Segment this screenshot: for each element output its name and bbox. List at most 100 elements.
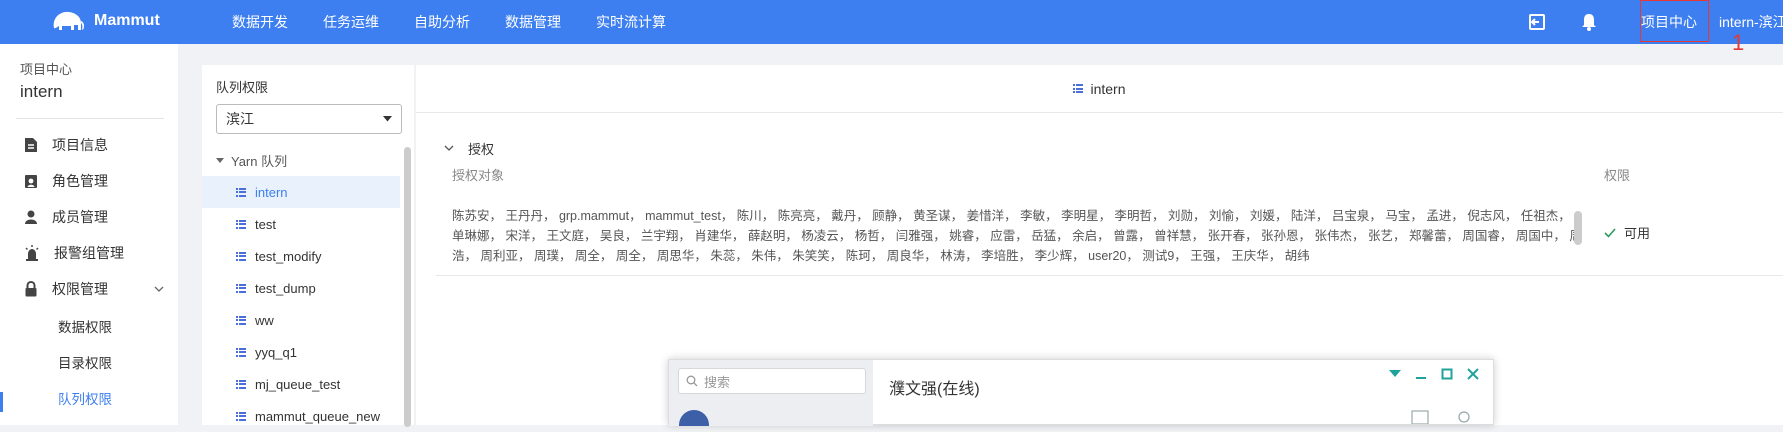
lock-icon [25,281,37,297]
permission-value: 可用 [1624,226,1651,241]
queue-item-label: mj_queue_test [255,376,341,392]
sidebar-item-label: 权限管理 [52,281,108,297]
list-icon [236,219,246,229]
sidebar-item-project-info[interactable]: 项目信息 [24,133,164,157]
top-bar: Mammut 数据开发 任务运维 自助分析 数据管理 实时流计算 项目中心 in… [0,0,1783,44]
list-icon [236,251,246,261]
queue-item-ww[interactable]: ww [202,304,400,336]
nav-realtime-computing[interactable]: 实时流计算 [596,12,666,32]
list-icon [236,187,246,197]
cluster-select[interactable]: 滨江 [216,104,402,134]
sidebar-subitem-data-permission[interactable]: 数据权限 [58,316,112,336]
sidebar-caption: 项目中心 [20,62,73,77]
sidebar: 项目中心 intern 项目信息 角色管理 成员管理 报警组管理 权限管理 数据… [0,44,178,425]
queue-list-scrollbar[interactable] [404,147,411,427]
authorized-members-list: 陈苏安， 王丹丹， grp.mammut， mammut_test， 陈川， 陈… [452,209,1582,263]
queue-panel: 队列权限 滨江 Yarn 队列 intern test test_modify … [202,65,414,427]
nav-task-ops[interactable]: 任务运维 [323,12,379,32]
list-icon [236,283,246,293]
queue-header: intern [416,65,1783,113]
chat-window-controls [1389,368,1479,380]
sidebar-item-member-management[interactable]: 成员管理 [24,205,164,229]
queue-item-label: test [255,216,276,232]
queue-item-label: mammut_queue_new [255,408,381,424]
list-icon [236,347,246,357]
nav-self-analysis[interactable]: 自助分析 [414,12,470,32]
sidebar-item-permission-management[interactable]: 权限管理 [24,277,164,301]
chat-window: 搜索 濮文强(在线) [668,359,1494,426]
chat-search-input[interactable]: 搜索 [678,368,866,394]
sidebar-subitem-queue-permission[interactable]: 队列权限 [58,388,112,408]
close-icon[interactable] [1467,368,1479,380]
document-icon [25,138,37,152]
queue-item-mammut-queue-new[interactable]: mammut_queue_new [202,400,400,432]
list-icon [236,411,246,421]
tree-root-yarn[interactable]: Yarn 队列 [216,151,287,170]
queue-item-test-modify[interactable]: test_modify [202,240,400,272]
chat-contacts-pane: 搜索 [669,360,873,426]
queue-item-label: intern [255,184,288,200]
queue-item-label: ww [255,312,274,328]
queue-item-test[interactable]: test [202,208,400,240]
members-scrollbar[interactable] [1574,211,1582,245]
chat-info-icon[interactable] [1411,410,1429,424]
bell-icon[interactable] [1577,10,1601,34]
queue-header-title: intern [1090,80,1126,97]
user-menu[interactable]: intern-滨江 [1719,12,1783,32]
chevron-down-icon [154,286,164,292]
column-header-permission: 权限 [1604,168,1631,183]
sidebar-item-label: 成员管理 [52,209,108,225]
logout-icon[interactable] [1525,10,1549,34]
cluster-select-value: 滨江 [226,111,254,127]
annotation-number-1: 1 [1732,30,1745,55]
list-icon [236,379,246,389]
chat-search-icon[interactable] [1457,410,1473,424]
alarm-icon [25,245,39,261]
sidebar-item-role-management[interactable]: 角色管理 [24,169,164,193]
mammut-logo[interactable]: Mammut [48,8,160,34]
dropdown-triangle-icon[interactable] [1389,370,1401,378]
search-icon [686,375,698,387]
sidebar-project-name: intern [20,82,63,101]
queue-panel-title: 队列权限 [216,80,269,95]
sidebar-item-label: 项目信息 [52,137,108,153]
queue-item-label: test_modify [255,248,322,264]
sidebar-item-alarm-group[interactable]: 报警组管理 [24,241,164,265]
sidebar-active-indicator [0,392,3,412]
main-nav: 数据开发 任务运维 自助分析 数据管理 实时流计算 [232,0,701,44]
logo-text: Mammut [94,12,160,29]
column-header-target: 授权对象 [452,168,505,183]
caret-down-icon [216,157,224,163]
authorization-accordion[interactable]: 授权 [432,126,494,170]
sidebar-item-label: 角色管理 [52,173,108,189]
chat-search-placeholder: 搜索 [704,374,731,390]
annotation-box-1 [1640,0,1709,42]
sidebar-item-label: 报警组管理 [54,245,124,261]
accordion-label: 授权 [468,141,495,157]
permission-status: 可用 [1604,223,1650,242]
queue-item-label: test_dump [255,280,316,296]
sidebar-divider [16,118,164,119]
nav-data-dev[interactable]: 数据开发 [232,12,288,32]
nav-data-management[interactable]: 数据管理 [505,12,561,32]
check-icon [1604,227,1616,238]
person-icon [25,210,37,224]
queue-item-label: yyq_q1 [255,344,297,360]
queue-item-test-dump[interactable]: test_dump [202,272,400,304]
tree-root-label: Yarn 队列 [231,154,288,169]
chat-title: 濮文强(在线) [889,381,980,398]
chevron-down-icon [444,145,454,151]
queue-item-mj-queue-test[interactable]: mj_queue_test [202,368,400,400]
elephant-icon [53,11,85,30]
list-icon [236,315,246,325]
caret-down-icon [383,116,392,122]
minimize-icon[interactable] [1415,368,1427,380]
queue-item-yyq-q1[interactable]: yyq_q1 [202,336,400,368]
maximize-icon[interactable] [1441,368,1453,380]
list-icon [1073,84,1084,93]
row-divider [436,275,1783,276]
queue-item-intern[interactable]: intern [202,176,400,208]
contact-avatar[interactable] [679,410,709,426]
sidebar-subitem-directory-permission[interactable]: 目录权限 [58,352,112,372]
role-badge-icon [25,175,37,188]
